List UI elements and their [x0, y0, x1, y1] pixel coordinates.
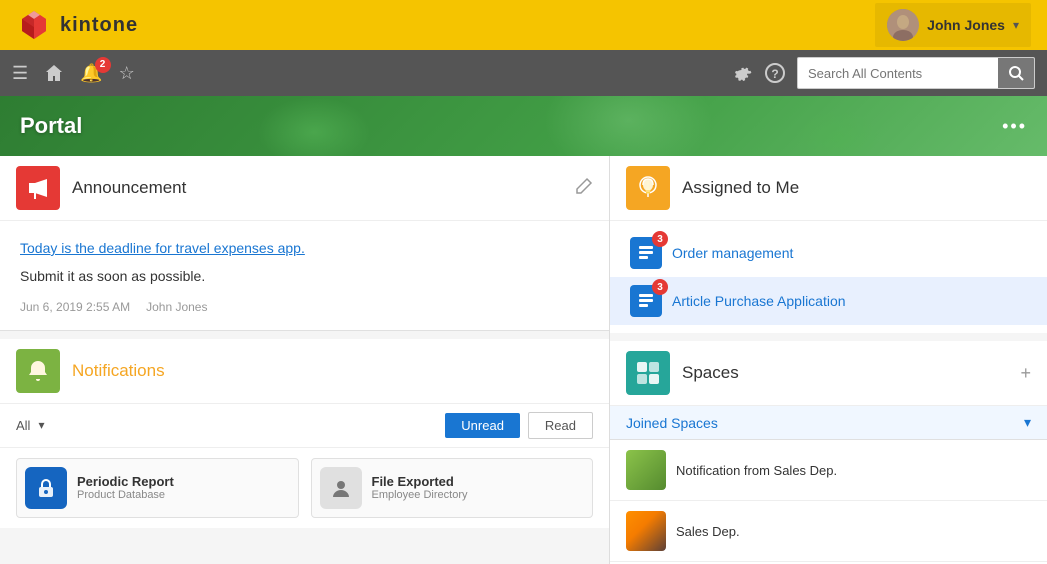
notifications-icon: [16, 349, 60, 393]
announcement-author: John Jones: [146, 300, 207, 314]
user-name: John Jones: [927, 17, 1005, 33]
favorites-icon[interactable]: ☆: [119, 63, 135, 84]
notifications-header: Notifications: [0, 339, 609, 404]
announcement-date: Jun 6, 2019 2:55 AM: [20, 300, 130, 314]
portal-more-button[interactable]: •••: [1002, 116, 1027, 137]
spaces-title: Spaces: [682, 363, 1008, 383]
spaces-section: Spaces + Joined Spaces ▾ Notification fr…: [610, 341, 1047, 564]
announcement-header: Announcement: [0, 156, 609, 221]
filter-all[interactable]: All: [16, 418, 30, 433]
file-exported-icon: [320, 467, 362, 509]
notification-bell-icon[interactable]: 🔔 2: [80, 63, 102, 84]
assigned-items: 3 Order management 3: [610, 221, 1047, 333]
search-button[interactable]: [998, 57, 1034, 89]
spaces-icon: [626, 351, 670, 395]
portal-title: Portal: [20, 113, 82, 139]
notifications-section: Notifications All ▾ Unread Read: [0, 339, 609, 528]
article-purchase-icon: 3: [630, 285, 662, 317]
kintone-logo-icon: [16, 7, 52, 43]
announcement-icon: [16, 166, 60, 210]
notif-sub-1: Employee Directory: [372, 489, 468, 501]
list-item[interactable]: Periodic Report Product Database: [16, 458, 299, 518]
joined-spaces-chevron: ▾: [1024, 414, 1031, 431]
announcement-meta: Jun 6, 2019 2:55 AM John Jones: [20, 300, 589, 314]
help-icon[interactable]: ?: [765, 63, 785, 83]
announcement-title: Announcement: [72, 178, 563, 198]
search-box[interactable]: [797, 57, 1035, 89]
hamburger-icon[interactable]: ☰: [12, 63, 28, 84]
list-item[interactable]: Sales Dep.: [610, 501, 1047, 562]
filter-chevron[interactable]: ▾: [38, 418, 44, 432]
user-area[interactable]: John Jones ▾: [875, 3, 1031, 47]
home-icon[interactable]: [44, 63, 64, 83]
order-management-icon: 3: [630, 237, 662, 269]
search-input[interactable]: [798, 66, 998, 81]
article-purchase-badge: 3: [652, 279, 668, 295]
announcement-body-text: Submit it as soon as possible.: [20, 265, 589, 287]
notification-cards: Periodic Report Product Database File Ex…: [0, 448, 609, 528]
unread-button[interactable]: Unread: [445, 413, 520, 438]
joined-spaces-row[interactable]: Joined Spaces ▾: [610, 406, 1047, 440]
announcement-section: Announcement Today is the deadline for t…: [0, 156, 609, 331]
announcement-body: Today is the deadline for travel expense…: [0, 221, 609, 330]
left-panel: Announcement Today is the deadline for t…: [0, 156, 610, 564]
nav-bar: ☰ 🔔 2 ☆ ?: [0, 50, 1047, 96]
read-button[interactable]: Read: [528, 412, 593, 439]
joined-spaces-label: Joined Spaces: [626, 415, 718, 431]
announcement-edit-icon[interactable]: [575, 177, 593, 200]
notif-title-0: Periodic Report: [77, 474, 174, 489]
list-item[interactable]: File Exported Employee Directory: [311, 458, 594, 518]
notification-badge: 2: [95, 57, 111, 73]
header-bar: kintone John Jones ▾: [0, 0, 1047, 50]
announcement-link-text[interactable]: Today is the deadline for travel expense…: [20, 237, 589, 259]
logo-area: kintone: [16, 7, 138, 43]
order-management-badge: 3: [652, 231, 668, 247]
assigned-to-me-section: Assigned to Me 3 Order man: [610, 156, 1047, 333]
sales-dep-notification-thumb: [626, 450, 666, 490]
space-name-1: Sales Dep.: [676, 524, 740, 539]
spaces-add-button[interactable]: +: [1020, 363, 1031, 384]
space-name-0: Notification from Sales Dep.: [676, 463, 837, 478]
logo-text: kintone: [60, 14, 138, 37]
nav-right: ?: [733, 57, 1035, 89]
notifications-filter-bar: All ▾ Unread Read: [0, 404, 609, 448]
periodic-report-icon: [25, 467, 67, 509]
sales-dep-thumb: [626, 511, 666, 551]
list-item[interactable]: Notification from Sales Dep.: [610, 440, 1047, 501]
settings-icon[interactable]: [733, 63, 753, 83]
svg-text:?: ?: [771, 67, 778, 81]
announcement-link[interactable]: Today is the deadline for travel expense…: [20, 240, 305, 256]
assigned-header: Assigned to Me: [610, 156, 1047, 221]
assigned-icon: [626, 166, 670, 210]
list-item[interactable]: 3 Article Purchase Application: [610, 277, 1047, 325]
notif-sub-0: Product Database: [77, 489, 174, 501]
avatar: [887, 9, 919, 41]
main-content: Announcement Today is the deadline for t…: [0, 156, 1047, 564]
user-menu-chevron: ▾: [1013, 18, 1019, 32]
article-purchase-label: Article Purchase Application: [672, 293, 846, 309]
right-panel: Assigned to Me 3 Order man: [610, 156, 1047, 564]
portal-header: Portal •••: [0, 96, 1047, 156]
notifications-title: Notifications: [72, 361, 593, 381]
spaces-header: Spaces +: [610, 341, 1047, 406]
notif-title-1: File Exported: [372, 474, 468, 489]
assigned-title: Assigned to Me: [682, 178, 1031, 198]
list-item[interactable]: 3 Order management: [610, 229, 1047, 277]
order-management-label: Order management: [672, 245, 793, 261]
